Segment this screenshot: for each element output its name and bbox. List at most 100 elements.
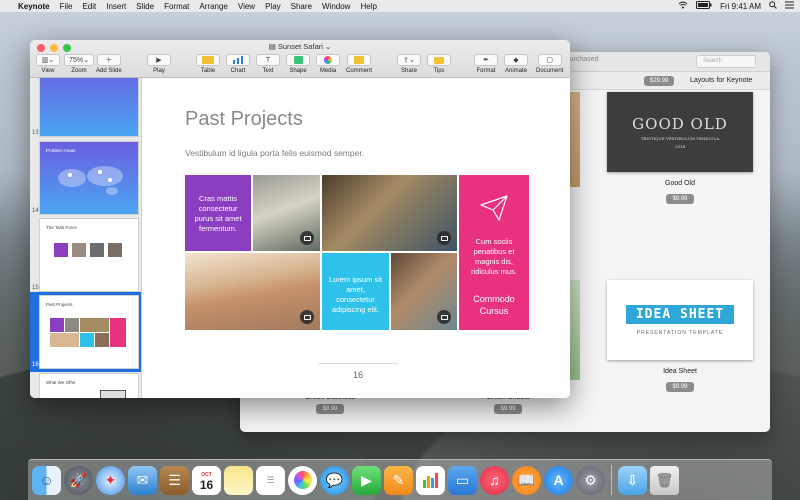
menu-window[interactable]: Window [322,2,350,11]
slide-thumbnail-16[interactable]: Past Projects [40,296,138,368]
slide-thumbnail-17[interactable]: What We Offer [40,374,138,398]
photo-tile-cafe[interactable] [322,175,457,251]
itunes-icon[interactable]: ♫ [480,465,509,495]
menu-format[interactable]: Format [164,2,189,11]
window-title[interactable]: ▤ Sunset Safari ⌄ [30,42,570,51]
safari-icon[interactable]: ✦ [96,465,125,495]
contacts-icon[interactable]: ☰ [160,465,189,495]
toolbar-document-button[interactable]: ▢ Document [536,54,563,74]
media-placeholder-icon[interactable] [437,231,451,245]
theme-thumbnail[interactable]: IDEA SHEET PRESENTATION TEMPLATE [607,280,753,360]
theme-price-button[interactable]: $9.99 [666,194,694,204]
menu-play[interactable]: Play [265,2,281,11]
mail-icon[interactable]: ✉ [128,465,157,495]
purchased-tab[interactable]: Purchased [565,56,598,63]
toolbar-comment-button[interactable]: Comment [346,54,372,74]
menu-help[interactable]: Help [360,2,376,11]
battery-icon[interactable] [696,1,712,11]
media-placeholder-icon[interactable] [437,310,451,324]
theme-price-button[interactable]: $9.99 [316,404,344,414]
trash-icon[interactable]: 🗑 [650,465,679,495]
slide-thumbnail-13[interactable] [40,78,138,136]
theme-idea-sheet[interactable]: IDEA SHEET PRESENTATION TEMPLATE Idea Sh… [607,280,753,393]
launchpad-icon[interactable]: 🚀 [64,465,93,495]
menu-arrange[interactable]: Arrange [199,2,227,11]
theme-thumbnail[interactable]: GOOD OLD TRISTIQUE VESTIBULUM VEHICULA 2… [607,92,753,172]
toolbar-label: Chart [230,68,246,74]
pages-icon[interactable]: ✎ [384,465,413,495]
slide-thumbnail-14[interactable]: Problem Areas [40,142,138,214]
pink-tile-text: Cum sociis penatibus et magnis dis, ridi… [471,237,517,276]
numbers-icon[interactable] [416,465,445,495]
downloads-folder-icon[interactable]: ⇩ [618,465,647,495]
tile-photo [65,318,79,332]
comment-icon [347,54,371,66]
app-store-icon[interactable]: A [544,465,573,495]
ibooks-icon[interactable]: 📖 [512,465,541,495]
photo-tile-man-glasses[interactable] [391,253,457,330]
notes-icon[interactable] [224,465,253,495]
toolbar-media-button[interactable]: Media [316,54,340,74]
menu-edit[interactable]: Edit [82,2,96,11]
toolbar-chart-button[interactable]: Chart [226,54,250,74]
wifi-icon[interactable] [678,1,688,11]
menu-file[interactable]: File [60,2,73,11]
bundle-price-button[interactable]: $29.99 [644,76,675,86]
tile-photo [80,318,109,332]
format-icon: ✒ [474,54,498,66]
media-placeholder-icon[interactable] [300,310,314,324]
bundle-name: Layouts for Keynote [690,77,753,84]
theme-price-button[interactable]: $9.99 [494,404,522,414]
photo-tile-friends[interactable] [185,253,320,330]
toolbar-label: Share [400,68,417,74]
photo-tile-lamp[interactable] [253,175,320,251]
finder-icon[interactable]: ☺ [32,465,61,495]
menu-app-name[interactable]: Keynote [18,2,50,11]
toolbar-animate-button[interactable]: ◆ Animate [504,54,528,74]
system-preferences-icon[interactable]: ⚙ [576,465,605,495]
toolbar-tips-button[interactable]: Tips [427,54,451,74]
theme-price-button[interactable]: $9.99 [666,382,694,392]
toolbar-format-button[interactable]: ✒ Format [474,54,498,74]
purple-text-tile[interactable]: Cras mattis consectetur purus sit amet f… [185,175,251,251]
slide-number: 16 [32,362,39,368]
cyan-text-tile[interactable]: Lorem ipsum sit amet, consectetur adipis… [322,253,389,330]
chevron-down-icon: ⌄ [322,42,332,51]
toolbar-text-button[interactable]: T Text [256,54,280,74]
reminders-icon[interactable]: ☰ [256,465,285,495]
media-placeholder-icon[interactable] [300,231,314,245]
menu-share[interactable]: Share [291,2,312,11]
keynote-icon[interactable]: ▭ [448,465,477,495]
theme-name: Good Old [665,180,695,187]
facetime-icon[interactable]: ▶ [352,465,381,495]
zoom-value: 75% ⌄ [64,54,94,66]
notification-center-icon[interactable] [785,1,794,11]
toolbar-share-button[interactable]: ⇪⌄ Share [397,54,421,74]
theme-search-input[interactable]: Search [696,55,756,68]
slide-title[interactable]: Past Projects [185,108,303,131]
animate-icon: ◆ [504,54,528,66]
menu-slide[interactable]: Slide [136,2,154,11]
toolbar-play-button[interactable]: ▶ Play [147,54,171,74]
spotlight-search-icon[interactable] [769,1,777,11]
menu-view[interactable]: View [238,2,255,11]
slide-subtitle[interactable]: Vestibulum id ligula porta felis euismod… [185,148,364,158]
pink-text-tile[interactable]: Cum sociis penatibus et magnis dis, ridi… [459,175,529,330]
calendar-icon[interactable]: OCT 16 [192,465,221,495]
slide-thumbnail-15[interactable]: The Task Force [40,219,138,291]
toolbar-table-button[interactable]: Table [196,54,220,74]
theme-thumbnail-title: GOOD OLD [632,115,728,133]
toolbar-view-button[interactable]: ▥⌄ View [36,54,60,74]
toolbar-add-slide-button[interactable]: ＋ Add Slide [96,54,122,74]
messages-icon[interactable]: 💬 [320,465,349,495]
slide-navigator[interactable]: 13 14 Problem Areas 15 The Task Force 16… [30,78,142,398]
photos-icon[interactable] [288,465,317,495]
page-number: 16 [352,370,363,380]
slide-canvas[interactable]: Past Projects Vestibulum id ligula porta… [142,78,570,398]
toolbar-shape-button[interactable]: Shape [286,54,310,74]
toolbar-label: Shape [289,68,307,74]
menubar-clock[interactable]: Fri 9:41 AM [720,2,761,11]
theme-good-old[interactable]: GOOD OLD TRISTIQUE VESTIBULUM VEHICULA 2… [607,92,753,205]
menu-insert[interactable]: Insert [106,2,126,11]
toolbar-zoom-button[interactable]: 75% ⌄ Zoom [64,54,94,74]
